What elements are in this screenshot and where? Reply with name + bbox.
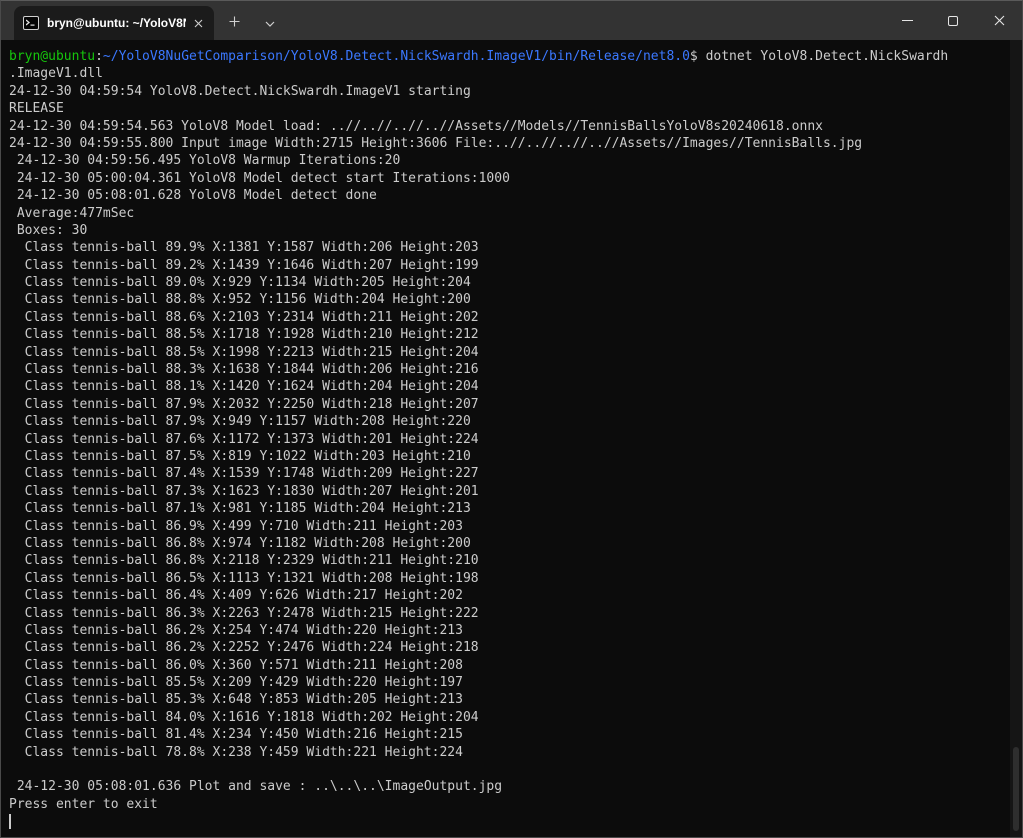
detection-line: Class tennis-ball 87.5% X:819 Y:1022 Wid… xyxy=(9,448,1008,465)
prompt-user: bryn@ubuntu xyxy=(9,49,95,64)
detection-line: Class tennis-ball 87.1% X:981 Y:1185 Wid… xyxy=(9,500,1008,517)
prompt-line: bryn@ubuntu:~/YoloV8NuGetComparison/Yolo… xyxy=(9,48,1008,65)
detection-line: Class tennis-ball 88.8% X:952 Y:1156 Wid… xyxy=(9,291,1008,308)
new-tab-button[interactable] xyxy=(218,6,250,36)
detection-line: Class tennis-ball 84.0% X:1616 Y:1818 Wi… xyxy=(9,709,1008,726)
tab-title: bryn@ubuntu: ~/YoloV8NuGe xyxy=(47,16,186,30)
tab-active[interactable]: bryn@ubuntu: ~/YoloV8NuGe xyxy=(14,6,214,40)
detection-line: Class tennis-ball 87.6% X:1172 Y:1373 Wi… xyxy=(9,431,1008,448)
detection-line: Class tennis-ball 86.0% X:360 Y:571 Widt… xyxy=(9,657,1008,674)
detection-line: Class tennis-ball 86.9% X:499 Y:710 Widt… xyxy=(9,518,1008,535)
detection-line: Class tennis-ball 86.2% X:2252 Y:2476 Wi… xyxy=(9,639,1008,656)
prompt-path: ~/YoloV8NuGetComparison/YoloV8.Detect.Ni… xyxy=(103,49,690,64)
detection-line: Class tennis-ball 85.5% X:209 Y:429 Widt… xyxy=(9,674,1008,691)
tab-close-icon[interactable] xyxy=(186,11,210,35)
log-line: 24-12-30 05:08:01.636 Plot and save : ..… xyxy=(9,778,1008,795)
log-line: 24-12-30 04:59:54 YoloV8.Detect.NickSwar… xyxy=(9,83,1008,100)
detection-line: Class tennis-ball 86.3% X:2263 Y:2478 Wi… xyxy=(9,605,1008,622)
log-line: Press enter to exit xyxy=(9,796,1008,813)
minimize-icon xyxy=(902,20,913,21)
close-icon xyxy=(994,11,1005,30)
prompt-separator: : xyxy=(95,49,103,64)
log-line: 24-12-30 05:00:04.361 YoloV8 Model detec… xyxy=(9,170,1008,187)
detection-line: Class tennis-ball 86.5% X:1113 Y:1321 Wi… xyxy=(9,570,1008,587)
detection-line: Class tennis-ball 86.4% X:409 Y:626 Widt… xyxy=(9,587,1008,604)
detection-line: Class tennis-ball 86.8% X:974 Y:1182 Wid… xyxy=(9,535,1008,552)
log-line: Average:477mSec xyxy=(9,205,1008,222)
log-line: 24-12-30 04:59:55.800 Input image Width:… xyxy=(9,135,1008,152)
log-line: Boxes: 30 xyxy=(9,222,1008,239)
scrollbar-thumb[interactable] xyxy=(1013,747,1019,831)
log-line: RELEASE xyxy=(9,100,1008,117)
cursor-line xyxy=(9,813,1008,830)
terminal-lines: bryn@ubuntu:~/YoloV8NuGetComparison/Yolo… xyxy=(9,48,1008,831)
detection-line: Class tennis-ball 87.9% X:2032 Y:2250 Wi… xyxy=(9,396,1008,413)
detection-line: Class tennis-ball 88.5% X:1718 Y:1928 Wi… xyxy=(9,326,1008,343)
detection-line: Class tennis-ball 87.3% X:1623 Y:1830 Wi… xyxy=(9,483,1008,500)
prompt-command: $ dotnet YoloV8.Detect.NickSwardh xyxy=(690,49,948,64)
cmd-terminal-icon xyxy=(23,16,39,30)
detection-line: Class tennis-ball 88.3% X:1638 Y:1844 Wi… xyxy=(9,361,1008,378)
window-controls xyxy=(884,1,1022,40)
scrollbar[interactable] xyxy=(1010,40,1022,837)
detection-line: Class tennis-ball 81.4% X:234 Y:450 Widt… xyxy=(9,726,1008,743)
text-cursor xyxy=(9,814,11,829)
blank-line xyxy=(9,761,1008,778)
detection-line: Class tennis-ball 88.5% X:1998 Y:2213 Wi… xyxy=(9,344,1008,361)
close-button[interactable] xyxy=(976,1,1022,40)
maximize-icon xyxy=(948,16,958,26)
chevron-down-icon xyxy=(265,12,275,31)
plus-icon xyxy=(229,12,240,31)
minimize-button[interactable] xyxy=(884,1,930,40)
detection-line: Class tennis-ball 89.9% X:1381 Y:1587 Wi… xyxy=(9,239,1008,256)
terminal-window: bryn@ubuntu: ~/YoloV8NuGe xyxy=(0,0,1023,838)
detection-line: Class tennis-ball 78.8% X:238 Y:459 Widt… xyxy=(9,744,1008,761)
detection-line: Class tennis-ball 85.3% X:648 Y:853 Widt… xyxy=(9,691,1008,708)
terminal-output[interactable]: bryn@ubuntu:~/YoloV8NuGetComparison/Yolo… xyxy=(1,40,1022,837)
detection-line: Class tennis-ball 87.9% X:949 Y:1157 Wid… xyxy=(9,413,1008,430)
detection-line: Class tennis-ball 89.0% X:929 Y:1134 Wid… xyxy=(9,274,1008,291)
detection-line: Class tennis-ball 86.8% X:2118 Y:2329 Wi… xyxy=(9,552,1008,569)
log-line: 24-12-30 05:08:01.628 YoloV8 Model detec… xyxy=(9,187,1008,204)
detection-line: Class tennis-ball 88.6% X:2103 Y:2314 Wi… xyxy=(9,309,1008,326)
detection-line: Class tennis-ball 88.1% X:1420 Y:1624 Wi… xyxy=(9,378,1008,395)
log-line: 24-12-30 04:59:56.495 YoloV8 Warmup Iter… xyxy=(9,152,1008,169)
log-line: 24-12-30 04:59:54.563 YoloV8 Model load:… xyxy=(9,118,1008,135)
detection-line: Class tennis-ball 86.2% X:254 Y:474 Widt… xyxy=(9,622,1008,639)
tab-dropdown-button[interactable] xyxy=(254,6,286,36)
titlebar[interactable]: bryn@ubuntu: ~/YoloV8NuGe xyxy=(1,1,1022,40)
command-wrap-line: .ImageV1.dll xyxy=(9,65,1008,82)
detection-line: Class tennis-ball 89.2% X:1439 Y:1646 Wi… xyxy=(9,257,1008,274)
detection-line: Class tennis-ball 87.4% X:1539 Y:1748 Wi… xyxy=(9,465,1008,482)
maximize-button[interactable] xyxy=(930,1,976,40)
